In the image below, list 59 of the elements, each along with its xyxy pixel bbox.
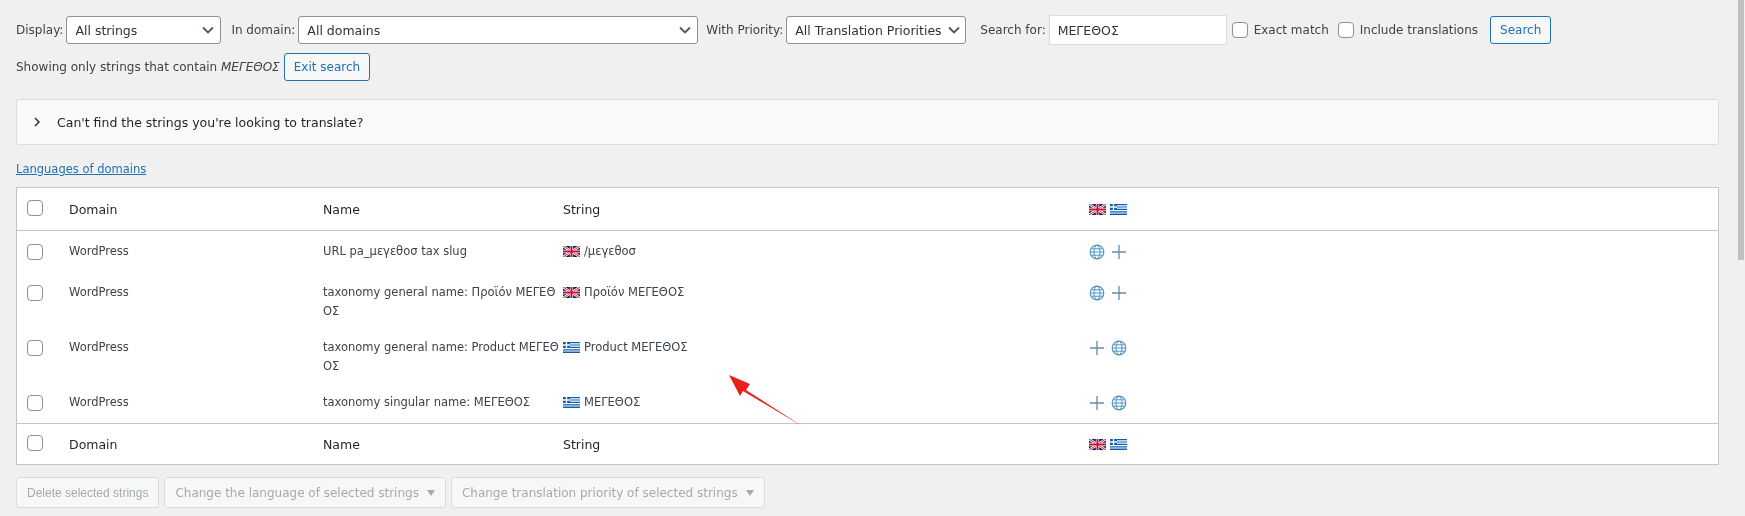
dropdown[interactable]: All domains — [298, 16, 699, 44]
uk-flag-icon — [1089, 203, 1106, 215]
scrollbar-thumb[interactable] — [1738, 0, 1744, 260]
globe-icon[interactable] — [1089, 244, 1105, 260]
globe-icon[interactable] — [1089, 285, 1105, 301]
greece-flag-icon — [1110, 438, 1127, 450]
checkbox[interactable] — [1337, 22, 1354, 38]
checkbox-label: Include translations — [1359, 23, 1479, 37]
plus-icon[interactable] — [1111, 244, 1127, 260]
caret-icon — [947, 26, 960, 34]
table-cell-text: URL pa_μεγεθοσ tax slug — [323, 243, 468, 260]
table-cell-text: /μεγεθοσ — [584, 243, 636, 260]
plus-icon[interactable] — [1111, 285, 1127, 301]
table-cell-text: taxonomy general name: Προϊόν ΜΕΓΕΘΟΣ — [323, 284, 557, 320]
search-button[interactable]: Search — [1490, 16, 1552, 44]
caret-icon — [679, 26, 692, 34]
greece-flag-icon — [1110, 203, 1127, 215]
field-label: With Priority: — [706, 23, 784, 37]
table-cell-text: Προϊόν ΜΕΓΕΘΟΣ — [584, 284, 685, 301]
field-label: In domain: — [231, 23, 296, 37]
plus-icon[interactable] — [1089, 395, 1105, 411]
languages-link[interactable]: Languages of domains — [16, 162, 147, 176]
table-cell-text: taxonomy general name: Product ΜΕΓΕΘΟΣ — [323, 339, 560, 375]
search-field[interactable]: ΜΕΓΕΘΟΣ — [1048, 15, 1227, 45]
caret-icon — [202, 26, 215, 34]
checkbox[interactable] — [27, 244, 43, 260]
column-header[interactable]: Domain — [69, 201, 118, 217]
table-cell: WordPress — [69, 395, 129, 409]
search-notice: Showing only strings that contain ΜΕΓΕΘΟΣ — [16, 60, 280, 74]
column-header[interactable]: Name — [323, 201, 360, 217]
column-header[interactable]: Domain — [69, 436, 118, 452]
caret-icon — [745, 489, 754, 496]
table-cell-text: ΜΕΓΕΘΟΣ — [584, 394, 641, 411]
column-header[interactable]: String — [563, 436, 601, 452]
checkbox[interactable] — [27, 395, 43, 411]
table-cell: WordPress — [69, 285, 129, 299]
field-label: Display: — [16, 23, 64, 37]
exit-search-button[interactable]: Exit search — [283, 53, 371, 81]
table-cell: WordPress — [69, 340, 129, 354]
field-label: Search for: — [980, 23, 1046, 37]
table-cell: WordPress — [69, 244, 129, 258]
column-header[interactable]: String — [563, 201, 601, 217]
globe-icon[interactable] — [1111, 395, 1127, 411]
table-cell-text: taxonomy singular name: ΜΕΓΕΘΟΣ — [323, 394, 532, 411]
checkbox[interactable] — [27, 199, 43, 216]
globe-icon[interactable] — [1111, 340, 1127, 356]
checkbox[interactable] — [27, 434, 43, 451]
column-header[interactable]: Name — [323, 436, 360, 452]
dropdown[interactable]: All strings — [66, 16, 222, 44]
plus-icon[interactable] — [1089, 340, 1105, 356]
caret-icon — [426, 489, 435, 496]
uk-flag-icon — [1089, 438, 1106, 450]
table-cell-text: Product ΜΕΓΕΘΟΣ — [584, 339, 688, 356]
checkbox[interactable] — [27, 285, 43, 301]
help-panel[interactable]: Can't find the strings you're looking to translate? — [16, 99, 1719, 145]
dropdown[interactable]: All Translation Priorities — [786, 16, 967, 44]
checkbox[interactable] — [1231, 22, 1248, 38]
checkbox-label: Exact match — [1253, 23, 1329, 37]
checkbox[interactable] — [27, 340, 43, 356]
